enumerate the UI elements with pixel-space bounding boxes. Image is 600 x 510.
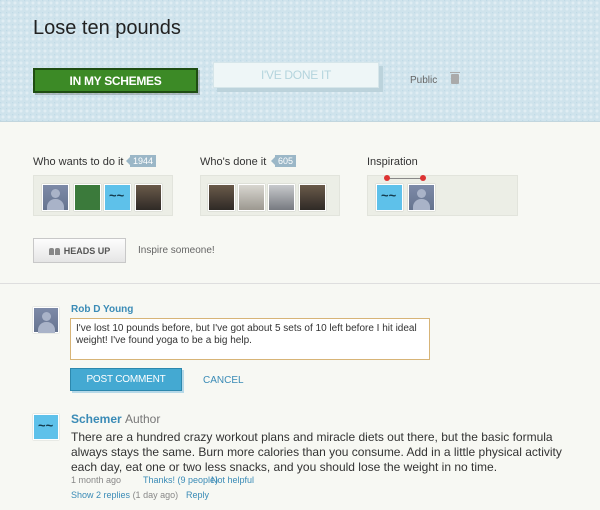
avatar[interactable] bbox=[299, 184, 326, 211]
pin-string bbox=[387, 178, 423, 179]
comment-body: There are a hundred crazy workout plans … bbox=[71, 430, 562, 474]
not-helpful-link[interactable]: Not helpful bbox=[211, 475, 254, 485]
show-replies-label: Show 2 replies bbox=[71, 490, 131, 500]
whos-done-avatars bbox=[200, 175, 340, 216]
comment-time: 1 month ago bbox=[71, 475, 122, 485]
who-wants-avatars bbox=[33, 175, 173, 216]
schemer-avatar[interactable] bbox=[33, 414, 59, 440]
reply-link[interactable]: Reply bbox=[186, 490, 209, 500]
replies-age: (1 day ago) bbox=[132, 490, 179, 500]
avatar[interactable] bbox=[376, 184, 403, 211]
avatar[interactable] bbox=[408, 184, 435, 211]
divider bbox=[0, 283, 600, 284]
comment-author-role: Author bbox=[125, 412, 161, 426]
ive-done-it-button[interactable]: I'VE DONE IT bbox=[213, 62, 379, 88]
avatar[interactable] bbox=[135, 184, 162, 211]
thanks-link[interactable]: Thanks! (9 people) bbox=[143, 475, 218, 485]
avatar[interactable] bbox=[74, 184, 101, 211]
show-replies-link[interactable]: Show 2 replies (1 day ago) bbox=[71, 490, 178, 500]
trash-icon[interactable] bbox=[450, 72, 460, 84]
inspiration-avatars bbox=[367, 175, 518, 216]
commenter-name[interactable]: Rob D Young bbox=[71, 304, 133, 315]
who-wants-label: Who wants to do it bbox=[33, 156, 124, 168]
avatar[interactable] bbox=[238, 184, 265, 211]
inspire-hint: Inspire someone! bbox=[138, 245, 215, 256]
whos-done-label: Who's done it bbox=[200, 156, 267, 168]
post-comment-button[interactable]: POST COMMENT bbox=[70, 368, 182, 391]
heads-up-button[interactable]: HEADS UP bbox=[33, 238, 126, 263]
heads-up-label: HEADS UP bbox=[63, 245, 111, 256]
pin-icon bbox=[420, 175, 426, 181]
avatar[interactable] bbox=[42, 184, 69, 211]
avatar[interactable] bbox=[208, 184, 235, 211]
in-my-schemes-button[interactable]: IN MY SCHEMES bbox=[33, 68, 198, 93]
people-icon bbox=[48, 247, 61, 255]
avatar[interactable] bbox=[268, 184, 295, 211]
comment-input[interactable]: I've lost 10 pounds before, but I've got… bbox=[70, 318, 430, 360]
commenter-avatar[interactable] bbox=[33, 307, 59, 333]
pin-icon bbox=[384, 175, 390, 181]
page-title: Lose ten pounds bbox=[33, 17, 181, 39]
avatar[interactable] bbox=[104, 184, 131, 211]
who-wants-count[interactable]: 1944 bbox=[125, 155, 157, 167]
inspiration-label: Inspiration bbox=[367, 156, 418, 168]
cancel-button[interactable]: CANCEL bbox=[203, 375, 244, 386]
whos-done-count[interactable]: 605 bbox=[270, 155, 297, 167]
visibility-label[interactable]: Public bbox=[410, 75, 437, 86]
comment-author[interactable]: Schemer bbox=[71, 412, 122, 426]
